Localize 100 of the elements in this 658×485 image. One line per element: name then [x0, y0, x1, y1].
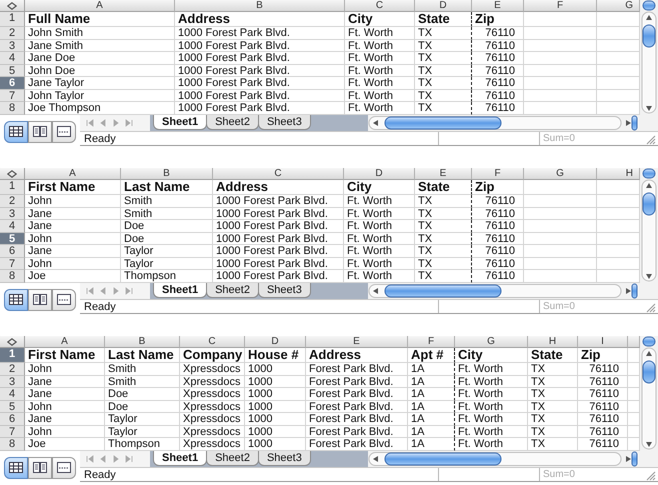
horizontal-scrollbar[interactable] [368, 451, 638, 467]
vertical-scrollbar[interactable] [640, 336, 658, 451]
row-header[interactable]: 3 [0, 40, 25, 52]
table-cell: Xpressdocs [180, 363, 245, 376]
column-header[interactable]: F [472, 168, 524, 180]
row-header[interactable]: 6 [0, 245, 25, 258]
column-header[interactable]: G [597, 0, 640, 12]
table-cell: Forest Park Blvd. [306, 388, 408, 400]
table-cell: Address [306, 348, 408, 363]
table-cell: Jane Smith [25, 40, 175, 52]
table-cell: 1000 [245, 426, 306, 438]
view-button[interactable] [52, 456, 76, 478]
row-header[interactable]: 8 [0, 102, 25, 114]
status-text: Ready [83, 300, 117, 312]
column-header[interactable]: H [528, 336, 578, 348]
column-header[interactable]: D [415, 0, 472, 12]
column-header[interactable]: G [455, 336, 528, 348]
view-button[interactable] [28, 288, 52, 310]
horizontal-scrollbar[interactable] [368, 115, 638, 131]
row-header[interactable]: 7 [0, 426, 25, 438]
table-cell: State [415, 180, 472, 195]
table-cell: Zip [578, 348, 628, 363]
column-header[interactable]: E [472, 0, 524, 12]
table-cell: John [25, 258, 121, 270]
sheet-tab[interactable]: Sheet1 [153, 451, 208, 466]
row-header[interactable]: 2 [0, 363, 25, 376]
sheet-tab[interactable]: Sheet1 [153, 283, 208, 298]
table-cell: 76110 [472, 90, 524, 102]
column-header[interactable]: A [25, 168, 121, 180]
column-header[interactable]: B [105, 336, 180, 348]
select-all-icon[interactable] [7, 2, 17, 10]
column-header[interactable]: E [306, 336, 408, 348]
column-header[interactable]: D [344, 168, 415, 180]
sheet-tab[interactable]: Sheet2 [206, 283, 259, 298]
select-all-icon[interactable] [7, 170, 17, 178]
row-header[interactable]: 4 [0, 52, 25, 64]
table-cell: Xpressdocs [180, 426, 245, 438]
column-header[interactable]: H [597, 168, 640, 180]
column-header[interactable]: B [121, 168, 213, 180]
column-header[interactable]: A [25, 0, 175, 12]
row-header[interactable]: 8 [0, 270, 25, 282]
column-header[interactable]: C [345, 0, 415, 12]
column-header[interactable]: E [415, 168, 472, 180]
row-header[interactable]: 7 [0, 90, 25, 102]
sheet-tab[interactable]: Sheet2 [206, 115, 259, 130]
column-header[interactable]: C [213, 168, 344, 180]
view-button[interactable] [28, 120, 52, 142]
row-header[interactable]: 5 [0, 64, 25, 77]
row-header[interactable]: 8 [0, 438, 25, 450]
vertical-scrollbar[interactable] [640, 0, 658, 115]
row-header[interactable]: 4 [0, 220, 25, 232]
resize-grip-icon[interactable] [644, 132, 656, 144]
table-cell: Ft. Worth [455, 388, 528, 400]
row-header[interactable]: 5 [0, 232, 25, 245]
table-cell: Taylor [105, 413, 180, 426]
row-header[interactable]: 3 [0, 376, 25, 388]
sheet-tab[interactable]: Sheet3 [258, 451, 311, 466]
row-header[interactable]: 6 [0, 413, 25, 426]
column-header[interactable]: C [180, 336, 245, 348]
table-cell: Xpressdocs [180, 388, 245, 400]
scroll-corner [638, 451, 658, 467]
row-header[interactable]: 6 [0, 77, 25, 90]
column-header[interactable]: F [524, 0, 597, 12]
resize-grip-icon[interactable] [644, 300, 656, 312]
horizontal-scrollbar[interactable] [368, 283, 638, 299]
view-button[interactable] [4, 288, 28, 310]
column-header[interactable]: D [245, 336, 306, 348]
row-header[interactable]: 7 [0, 258, 25, 270]
column-header[interactable]: B [175, 0, 345, 12]
row-header[interactable]: 3 [0, 208, 25, 220]
view-button[interactable] [52, 288, 76, 310]
select-all-icon[interactable] [7, 338, 17, 346]
table-cell: 1000 [245, 376, 306, 388]
column-header[interactable]: G [524, 168, 597, 180]
row-header[interactable]: 4 [0, 388, 25, 400]
sheet-tab[interactable]: Sheet2 [206, 451, 259, 466]
table-cell: Forest Park Blvd. [306, 376, 408, 388]
sheet-tab[interactable]: Sheet1 [153, 115, 208, 130]
view-button[interactable] [52, 120, 76, 142]
row-header[interactable]: 2 [0, 27, 25, 40]
view-button[interactable] [4, 120, 28, 142]
sheet-tab[interactable]: Sheet3 [258, 115, 311, 130]
column-header[interactable]: I [578, 336, 628, 348]
view-button[interactable] [4, 456, 28, 478]
row-header[interactable]: 1 [0, 180, 25, 195]
table-cell: TX [415, 40, 472, 52]
row-header[interactable]: 5 [0, 400, 25, 413]
table-cell: 76110 [578, 426, 628, 438]
table-cell: Taylor [121, 258, 213, 270]
column-header[interactable]: F [408, 336, 455, 348]
resize-grip-icon[interactable] [644, 468, 656, 480]
row-header[interactable]: 1 [0, 348, 25, 363]
row-header[interactable]: 2 [0, 195, 25, 208]
status-text: Ready [83, 132, 117, 144]
row-header[interactable]: 1 [0, 12, 25, 27]
vertical-scrollbar[interactable] [640, 168, 658, 283]
sheet-tab[interactable]: Sheet3 [258, 283, 311, 298]
scroll-corner [638, 115, 658, 131]
view-button[interactable] [28, 456, 52, 478]
column-header[interactable]: A [25, 336, 105, 348]
